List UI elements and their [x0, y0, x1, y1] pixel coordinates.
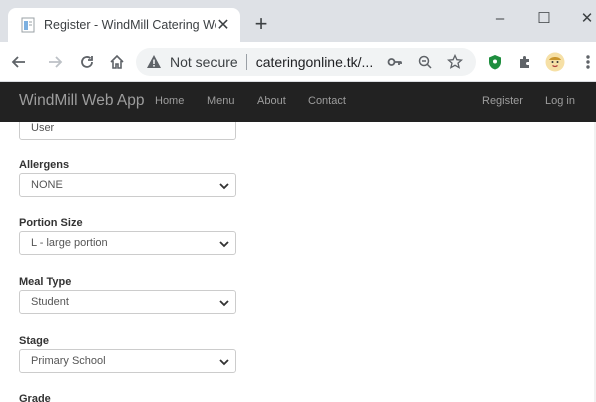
partial-field-value: User: [31, 122, 55, 134]
kebab-menu-icon[interactable]: [578, 52, 596, 72]
forward-button[interactable]: [44, 51, 66, 73]
stage-select[interactable]: Primary School: [19, 349, 236, 373]
nav-link-contact[interactable]: Contact: [308, 95, 346, 107]
site-navbar: WindMill Web App Home Menu About Contact…: [0, 82, 596, 122]
portion-size-label: Portion Size: [19, 217, 83, 229]
address-divider: [245, 54, 247, 70]
arrow-right-icon: [49, 56, 63, 68]
zoom-icon[interactable]: [416, 53, 434, 71]
puzzle-icon[interactable]: [515, 52, 535, 72]
browser-tabstrip: Register - WindMill Catering Web App ✕ +…: [0, 0, 596, 42]
brand-link[interactable]: WindMill Web App: [19, 92, 144, 110]
chevron-down-icon: [219, 241, 229, 248]
reload-icon: [81, 56, 93, 68]
allergens-value: NONE: [31, 179, 63, 191]
url-text[interactable]: cateringonline.tk/...: [256, 54, 374, 70]
allergens-label: Allergens: [19, 159, 70, 171]
chevron-down-icon: [219, 359, 229, 366]
stage-label: Stage: [19, 335, 49, 347]
portion-size-value: L - large portion: [31, 237, 108, 249]
window-minimize-button[interactable]: –: [485, 6, 515, 30]
tab-close-icon[interactable]: ✕: [214, 16, 232, 34]
meal-type-select[interactable]: Student: [19, 290, 236, 314]
new-tab-button[interactable]: +: [250, 13, 272, 36]
portion-size-select[interactable]: L - large portion: [19, 231, 236, 255]
window-close-button[interactable]: ✕: [572, 6, 596, 30]
nav-link-menu[interactable]: Menu: [207, 95, 235, 107]
home-button[interactable]: [106, 51, 128, 73]
home-icon: [110, 54, 124, 69]
reload-button[interactable]: [76, 51, 98, 73]
page-favicon-icon: [20, 17, 36, 33]
shield-icon[interactable]: [485, 52, 505, 72]
avatar-icon[interactable]: [545, 52, 565, 72]
security-status-label[interactable]: Not secure: [170, 54, 238, 70]
browser-toolbar: Not secure cateringonline.tk/...: [0, 42, 596, 82]
registration-form: User Allergens NONE Portion Size L - lar…: [0, 122, 596, 402]
tab-title: Register - WindMill Catering Web App: [44, 18, 216, 32]
meal-type-value: Student: [31, 296, 69, 308]
nav-link-register[interactable]: Register: [482, 95, 523, 107]
chevron-down-icon: [219, 300, 229, 307]
window-maximize-button[interactable]: ☐: [529, 6, 559, 30]
stage-value: Primary School: [31, 355, 106, 367]
partial-field[interactable]: User: [19, 122, 236, 140]
nav-link-home[interactable]: Home: [155, 95, 184, 107]
nav-link-login[interactable]: Log in: [545, 95, 575, 107]
chevron-down-icon: [219, 183, 229, 190]
key-icon[interactable]: [386, 53, 404, 71]
grade-label: Grade: [19, 393, 51, 402]
back-button[interactable]: [8, 51, 30, 73]
nav-link-about[interactable]: About: [257, 95, 286, 107]
browser-tab[interactable]: Register - WindMill Catering Web App ✕: [8, 8, 240, 42]
arrow-left-icon: [11, 56, 25, 68]
warning-icon[interactable]: [146, 54, 162, 70]
address-bar[interactable]: Not secure cateringonline.tk/...: [136, 48, 476, 76]
allergens-select[interactable]: NONE: [19, 173, 236, 197]
meal-type-label: Meal Type: [19, 276, 72, 288]
star-icon[interactable]: [446, 53, 464, 71]
